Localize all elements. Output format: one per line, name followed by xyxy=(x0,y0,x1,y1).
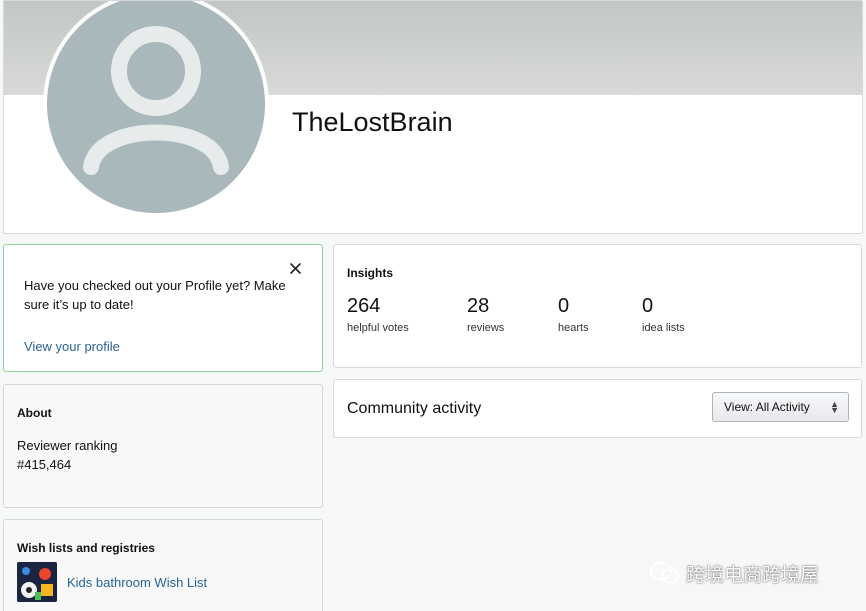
about-card: About Reviewer ranking #415,464 xyxy=(3,384,323,508)
about-heading: About xyxy=(17,406,52,420)
stat-value: 28 xyxy=(467,295,490,317)
stat-reviews: 28 reviews xyxy=(467,295,504,334)
username: TheLostBrain xyxy=(292,107,453,137)
wishlist-link[interactable]: Kids bathroom Wish List xyxy=(67,575,207,590)
wishlist-image-icon xyxy=(17,562,57,602)
stat-helpful-votes: 264 helpful votes xyxy=(347,295,409,334)
wishlist-thumbnail xyxy=(17,562,57,602)
avatar[interactable] xyxy=(43,1,269,217)
stat-label: helpful votes xyxy=(347,322,409,334)
profile-header: TheLostBrain xyxy=(3,0,863,234)
profile-page: TheLostBrain Have you checked out your P… xyxy=(0,0,866,611)
wishlist-item[interactable]: Kids bathroom Wish List xyxy=(17,562,207,602)
insights-heading: Insights xyxy=(347,266,394,280)
profile-prompt-card: Have you checked out your Profile yet? M… xyxy=(3,244,323,372)
view-profile-link[interactable]: View your profile xyxy=(24,339,120,354)
stat-label: reviews xyxy=(467,322,505,334)
person-icon xyxy=(83,26,229,175)
stat-idea-lists: 0 idea lists xyxy=(642,295,685,334)
watermark-text: 跨境电商跨境屋 xyxy=(686,563,820,586)
prompt-message: Have you checked out your Profile yet? M… xyxy=(24,278,286,312)
community-activity-title: Community activity xyxy=(347,400,482,417)
close-icon xyxy=(290,263,301,274)
close-button[interactable] xyxy=(288,261,304,277)
stat-hearts: 0 hearts xyxy=(558,295,589,334)
wechat-icon xyxy=(650,562,679,584)
view-filter-value: View: All Activity xyxy=(724,400,810,414)
reviewer-ranking-label: Reviewer ranking xyxy=(17,438,118,453)
select-arrows-icon: ▲ ▼ xyxy=(830,399,839,415)
stat-label: hearts xyxy=(558,322,589,334)
stat-value: 264 xyxy=(347,295,381,317)
stat-value: 0 xyxy=(558,295,570,317)
stat-label: idea lists xyxy=(642,322,685,334)
wishlists-card: Wish lists and registries Kids bathroom … xyxy=(3,519,323,611)
view-filter-select[interactable]: View: All Activity ▲ ▼ xyxy=(712,392,849,422)
reviewer-ranking-value: #415,464 xyxy=(17,457,72,472)
community-activity-card: Community activity View: All Activity ▲ ▼ xyxy=(333,379,862,438)
wishlists-heading: Wish lists and registries xyxy=(17,541,155,555)
insights-card: Insights 264 helpful votes 28 reviews 0 … xyxy=(333,244,862,368)
stat-value: 0 xyxy=(642,295,654,317)
watermark: 跨境电商跨境屋 xyxy=(650,560,819,586)
